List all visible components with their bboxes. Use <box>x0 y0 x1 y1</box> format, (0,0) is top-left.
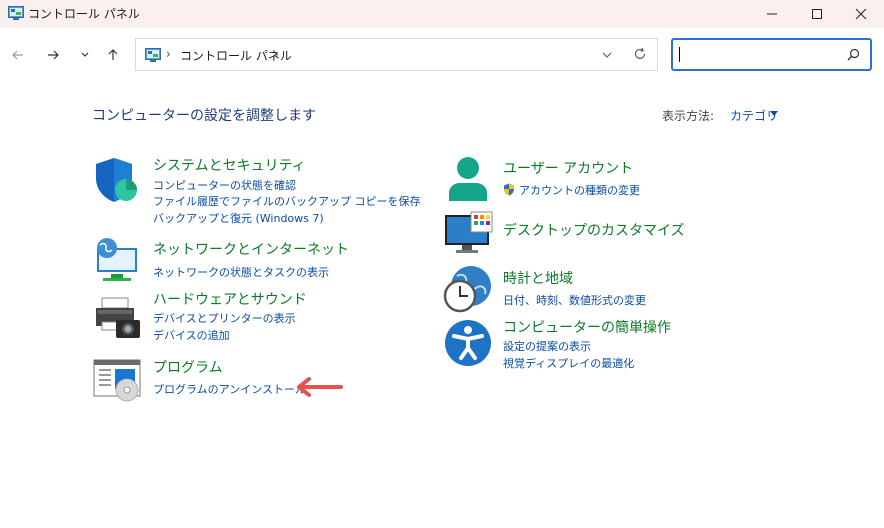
link-devices-printers[interactable]: デバイスとプリンターの表示 <box>153 310 296 326</box>
arrow-left-icon <box>297 377 343 397</box>
link-date-time-format[interactable]: 日付、時刻、数値形式の変更 <box>503 292 646 308</box>
control-panel-icon <box>145 48 161 62</box>
category-user-accounts[interactable]: ユーザー アカウント <box>503 158 633 178</box>
recent-locations-button[interactable] <box>74 44 96 66</box>
uac-shield-icon <box>504 183 514 196</box>
user-account-icon[interactable] <box>445 155 491 203</box>
link-add-device[interactable]: デバイスの追加 <box>153 327 230 343</box>
clock-globe-icon[interactable] <box>443 264 493 314</box>
programs-disc-icon[interactable] <box>93 358 143 402</box>
arrow-right-icon <box>48 50 59 60</box>
arrow-up-icon <box>108 49 118 60</box>
address-bar[interactable]: › コントロール パネル › <box>135 38 658 71</box>
link-file-history[interactable]: ファイル履歴でファイルのバックアップ コピーを保存 <box>153 193 421 209</box>
view-by-label: 表示方法: <box>662 109 715 123</box>
maximize-icon <box>812 9 822 19</box>
link-uninstall-program[interactable]: プログラムのアンインストール <box>153 381 306 397</box>
close-button[interactable] <box>838 0 884 28</box>
forward-button[interactable] <box>42 44 64 66</box>
category-desktop-customization[interactable]: デスクトップのカスタマイズ <box>503 220 685 240</box>
minimize-icon <box>767 13 777 15</box>
breadcrumb-separator[interactable]: › <box>166 47 171 61</box>
chevron-down-icon[interactable] <box>600 48 614 62</box>
category-clock-region[interactable]: 時計と地域 <box>503 268 573 288</box>
close-icon <box>855 8 867 20</box>
text-caret <box>679 47 680 62</box>
monitor-palette-icon[interactable] <box>444 211 494 255</box>
security-shield-icon[interactable] <box>94 156 140 204</box>
refresh-icon[interactable] <box>633 47 647 61</box>
link-optimize-visual-display[interactable]: 視覚ディスプレイの最適化 <box>503 355 634 371</box>
category-ease-of-access[interactable]: コンピューターの簡単操作 <box>503 317 671 337</box>
search-icon[interactable] <box>847 48 860 61</box>
back-button[interactable] <box>7 44 29 66</box>
window-title: コントロール パネル <box>28 7 140 21</box>
maximize-button[interactable] <box>794 0 840 28</box>
link-suggested-settings[interactable]: 設定の提案の表示 <box>503 338 591 354</box>
link-backup-restore[interactable]: バックアップと復元 (Windows 7) <box>153 210 324 226</box>
page-title: コンピューターの設定を調整します <box>92 108 316 124</box>
control-panel-icon <box>8 6 24 20</box>
category-hardware-sound[interactable]: ハードウェアとサウンド <box>153 289 307 309</box>
link-network-status[interactable]: ネットワークの状態とタスクの表示 <box>153 264 329 280</box>
category-network-internet[interactable]: ネットワークとインターネット <box>153 239 349 259</box>
network-globe-icon[interactable] <box>93 236 141 284</box>
category-programs[interactable]: プログラム <box>153 357 223 377</box>
caret-down-icon[interactable] <box>770 111 778 117</box>
breadcrumb-separator[interactable]: › <box>274 47 279 61</box>
link-check-status[interactable]: コンピューターの状態を確認 <box>153 177 296 193</box>
link-change-account-type[interactable]: アカウントの種類の変更 <box>519 182 640 198</box>
search-input[interactable] <box>671 38 872 71</box>
printer-camera-icon[interactable] <box>94 296 142 342</box>
arrow-left-icon <box>12 50 23 60</box>
accessibility-icon[interactable] <box>443 318 493 368</box>
title-bar: コントロール パネル <box>0 0 884 28</box>
category-system-security[interactable]: システムとセキュリティ <box>153 155 306 175</box>
minimize-button[interactable] <box>749 0 795 28</box>
chevron-down-icon <box>81 52 89 57</box>
up-button[interactable] <box>102 44 124 66</box>
